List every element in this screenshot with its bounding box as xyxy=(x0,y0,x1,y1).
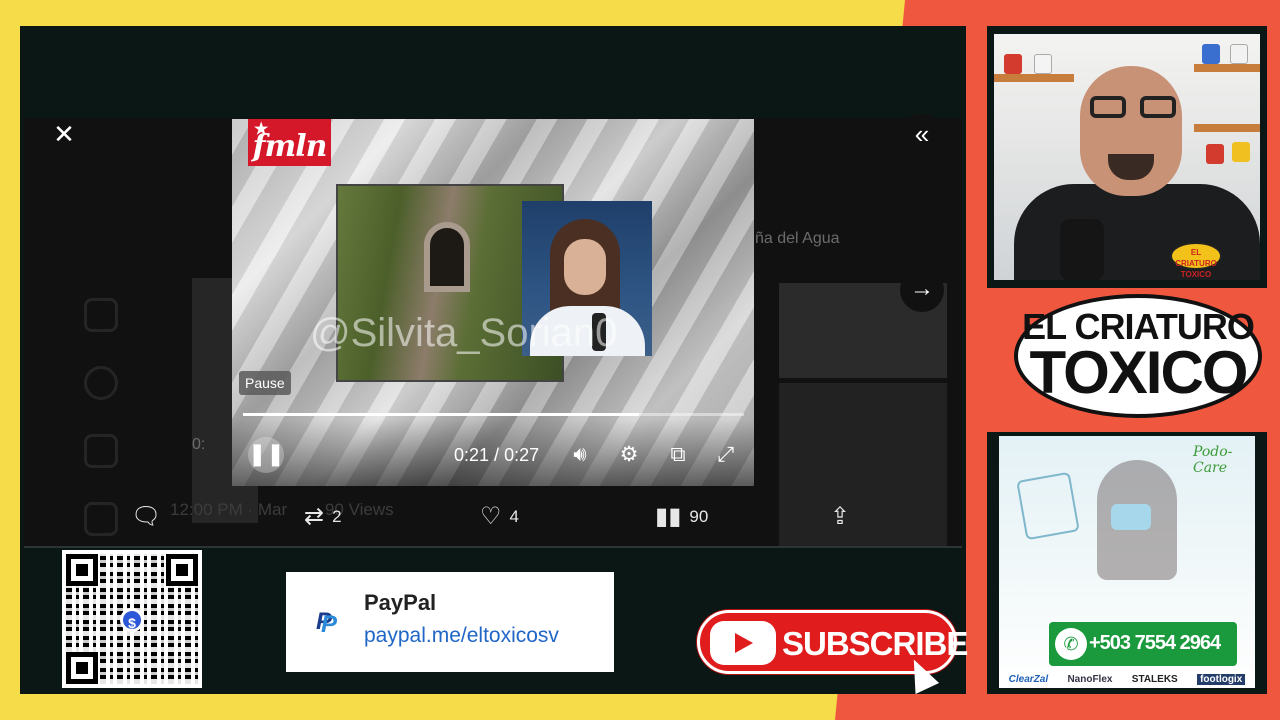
qr-finder-bottom-left xyxy=(66,652,98,684)
reply-button[interactable]: 🗨︎ xyxy=(131,502,169,532)
video-player[interactable]: ★ fmln @Silvita_Sorian0 Pause ❚❚ 0:21 / … xyxy=(232,119,754,486)
share-icon: ⇪ xyxy=(830,503,851,530)
webcam-feed: EL CRIATURO TOXICO xyxy=(994,34,1260,280)
fullscreen-icon[interactable]: ⤢ xyxy=(712,441,740,469)
bar-chart-icon: ▮▮ xyxy=(655,503,682,530)
mug xyxy=(1202,44,1220,64)
pip-icon[interactable]: ⧉ xyxy=(664,441,692,469)
sponsor-logo: ClearZal xyxy=(1008,673,1049,685)
video-watermark: @Silvita_Sorian0 xyxy=(310,311,618,355)
shelf xyxy=(1194,124,1260,132)
qr-code: $ xyxy=(62,550,202,688)
qr-finder-top-left xyxy=(66,554,98,586)
qr-pattern: $ xyxy=(66,554,198,684)
home-icon xyxy=(84,298,118,332)
qr-finder-top-right xyxy=(166,554,198,586)
tweet-timestamp-faint: 12:00 PM · Mar 90 Views xyxy=(170,500,394,520)
glasses-right xyxy=(1140,96,1176,118)
current-time: 0:21 xyxy=(454,445,490,465)
sponsor-ad: Podo-Care ✆ +503 7554 2964 ClearZal Nano… xyxy=(999,436,1255,688)
pedicure-tools-image xyxy=(1016,471,1080,541)
dollar-icon: $ xyxy=(120,608,144,632)
double-chevron-left-icon[interactable]: « xyxy=(900,114,944,158)
webcam-panel: EL CRIATURO TOXICO xyxy=(987,26,1267,288)
share-button[interactable]: ⇪ xyxy=(830,502,850,532)
retweet-icon: ⇄ xyxy=(304,503,325,530)
paypal-link[interactable]: paypal.me/eltoxicosv xyxy=(364,624,559,648)
arrow-right-icon[interactable]: → xyxy=(900,268,944,312)
glasses-left xyxy=(1090,96,1126,118)
podo-care-logo: Podo-Care xyxy=(1193,444,1233,476)
host-shirt xyxy=(1014,184,1260,280)
dimmed-sidebar xyxy=(84,298,134,546)
mug xyxy=(1206,144,1224,164)
face-mask-image xyxy=(1111,504,1151,530)
close-icon[interactable]: ✕ xyxy=(50,120,78,148)
like-count: 4 xyxy=(509,507,519,526)
sponsor-logo: NanoFlex xyxy=(1067,673,1113,685)
shelf xyxy=(994,74,1074,82)
retweet-count: 2 xyxy=(332,507,342,526)
mug xyxy=(1004,54,1022,74)
phone-number: +503 7554 2964 xyxy=(1089,632,1221,654)
views-button[interactable]: ▮▮ 90 xyxy=(655,502,708,532)
settings-gear-icon[interactable]: ⚙︎ xyxy=(615,441,643,469)
shirt-logo: EL CRIATURO TOXICO xyxy=(1170,242,1222,279)
subscribe-label: SUBSCRIBE xyxy=(782,625,968,662)
view-count: 90 xyxy=(689,507,709,526)
video-time: 0:21 / 0:27 xyxy=(454,445,540,465)
paypal-title: PayPal xyxy=(364,590,437,615)
mug xyxy=(1034,54,1052,74)
mug xyxy=(1230,44,1248,64)
whatsapp-contact: ✆ +503 7554 2964 xyxy=(1049,622,1237,666)
tunnel-image xyxy=(424,222,470,292)
el-criaturo-toxico-logo: EL CRIATURO TOXICO xyxy=(1014,294,1262,418)
fmln-logo: ★ fmln xyxy=(248,119,331,166)
paypal-logo-icon: PP xyxy=(316,608,338,638)
dimmed-side-card-media xyxy=(779,383,947,546)
sponsor-ad-panel: Podo-Care ✆ +503 7554 2964 ClearZal Nano… xyxy=(987,432,1267,694)
timestamp-text: 12:00 PM · Mar xyxy=(170,500,288,519)
paypal-card[interactable]: PP PayPal paypal.me/eltoxicosv xyxy=(286,572,614,672)
volume-icon[interactable]: 🔊︎ xyxy=(566,441,594,469)
mug xyxy=(1232,142,1250,162)
like-button[interactable]: ♡ 4 xyxy=(480,502,519,532)
sponsor-logo: footlogix xyxy=(1197,673,1246,685)
dimmed-side-text: ña del Agua xyxy=(755,230,840,247)
logo-line-2: TOXICO xyxy=(1029,339,1249,406)
duration: 0:27 xyxy=(504,445,540,465)
retweet-button[interactable]: ⇄ 2 xyxy=(304,502,342,532)
star-icon: ★ xyxy=(254,119,268,138)
dimmed-player-time: 0: xyxy=(192,436,206,453)
sponsor-logos: ClearZal NanoFlex STALEKS footlogix xyxy=(999,670,1255,688)
bell-icon xyxy=(84,434,118,468)
heart-icon: ♡ xyxy=(480,503,502,530)
shelf xyxy=(1194,64,1260,72)
speech-bubble-icon: 🗨︎ xyxy=(131,503,162,530)
search-icon xyxy=(84,366,118,400)
youtube-logo-icon xyxy=(710,621,776,665)
whatsapp-icon: ✆ xyxy=(1055,628,1087,660)
pause-tooltip: Pause xyxy=(239,371,291,395)
podcast-microphone xyxy=(1060,219,1104,280)
video-progress-fill xyxy=(243,413,639,416)
reporter-face xyxy=(564,239,606,295)
play-icon xyxy=(735,633,753,653)
mail-icon xyxy=(84,502,118,536)
video-progress-bar[interactable] xyxy=(243,413,744,416)
sponsor-logo: STALEKS xyxy=(1131,673,1178,685)
pause-icon[interactable]: ❚❚ xyxy=(248,437,285,473)
